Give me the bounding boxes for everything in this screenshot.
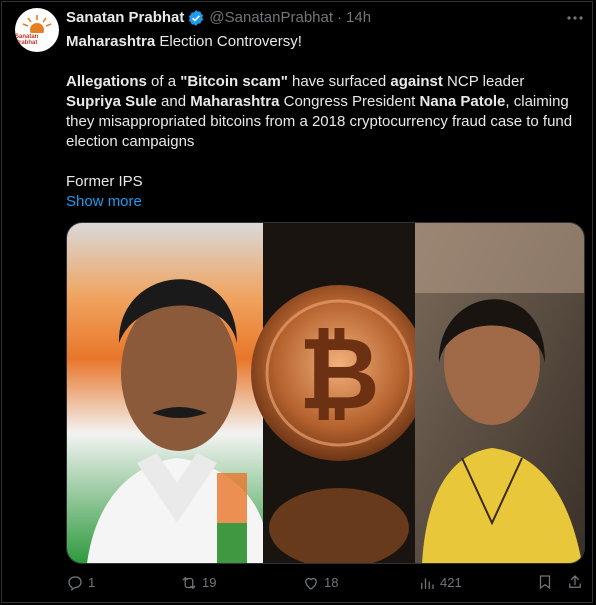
politician-left-photo [67, 223, 263, 563]
repost-count: 19 [202, 575, 217, 590]
like-button[interactable]: 18 [302, 573, 338, 593]
p2-run: against [390, 73, 443, 90]
author-handle[interactable]: @SanatanPrabhat [209, 8, 333, 28]
header-separator: · [337, 9, 343, 26]
sun-logo-icon [22, 14, 52, 33]
share-button[interactable] [566, 573, 584, 591]
verified-badge-icon [187, 9, 205, 27]
p2-run: Allegations [66, 73, 147, 90]
bookmark-button[interactable] [536, 573, 554, 591]
author-name[interactable]: Sanatan Prabhat [66, 8, 184, 28]
p1-run: Election Controversy! [155, 33, 302, 50]
reply-button[interactable]: 1 [66, 573, 95, 593]
repost-icon [182, 576, 196, 590]
views-chart-icon [421, 578, 434, 589]
tweet-header: Sanatan Prabhat @SanatanPrabhat · 14h [66, 8, 371, 28]
avatar-text: Sanatan Prabhat [15, 33, 39, 46]
p1-run: Maharashtra [66, 33, 156, 50]
bitcoin-coin-photo: ₿ [251, 223, 427, 563]
p2-run: "Bitcoin scam" [180, 73, 288, 90]
tweet-actions: 1 19 18 421 [0, 573, 596, 597]
p2-run: of a [146, 73, 181, 90]
avatar[interactable]: Sanatan Prabhat [15, 8, 59, 52]
like-count: 18 [324, 575, 339, 590]
p2-run: Congress President [279, 93, 420, 110]
tweet-paragraph-3: Former IPS [66, 173, 143, 190]
tweet-paragraph-2: Allegations of a "Bitcoin scam" have sur… [66, 72, 581, 152]
tweet-time[interactable]: 14h [346, 8, 371, 28]
p2-run: NCP leader [442, 73, 525, 90]
p2-run: Supriya Sule [66, 93, 157, 110]
tweet-media-image[interactable]: ₿ [66, 222, 585, 564]
bookmark-icon [539, 575, 551, 590]
p2-run: Nana Patole [419, 93, 506, 110]
share-icon [569, 575, 581, 588]
tweet-paragraph-1: Maharashtra Election Controversy! [66, 32, 302, 52]
p2-run: have surfaced [287, 73, 391, 90]
views-count: 421 [440, 575, 462, 590]
politician-right-photo [415, 223, 584, 563]
more-horizontal-icon[interactable] [565, 8, 585, 31]
p2-run: Maharashtra [190, 93, 280, 110]
svg-text:₿: ₿ [298, 315, 380, 432]
heart-icon [305, 577, 317, 590]
show-more-link[interactable]: Show more [66, 192, 142, 212]
repost-button[interactable]: 19 [180, 573, 216, 593]
reply-icon [68, 576, 82, 592]
p2-run: and [156, 93, 191, 110]
views-button[interactable]: 421 [418, 573, 462, 593]
reply-count: 1 [88, 575, 96, 590]
